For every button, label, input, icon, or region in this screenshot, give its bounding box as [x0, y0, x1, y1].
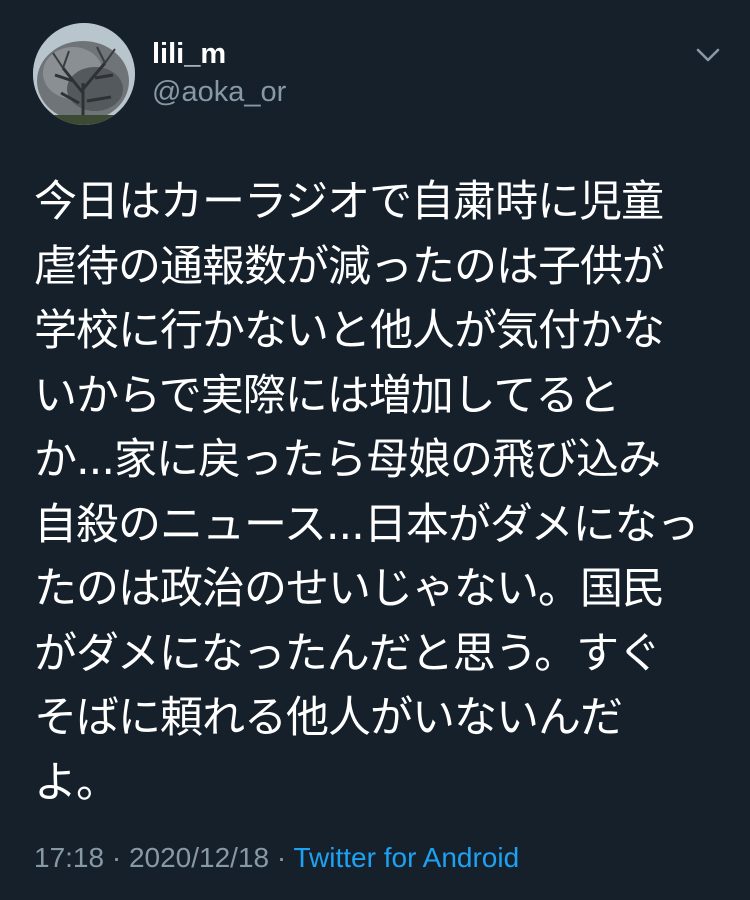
- tweet-source-link[interactable]: Twitter for Android: [294, 842, 520, 873]
- tweet-meta: 17:18 · 2020/12/18 · Twitter for Android: [34, 840, 519, 876]
- meta-separator: ·: [276, 842, 287, 873]
- chevron-down-icon[interactable]: [694, 44, 722, 66]
- user-handle[interactable]: @aoka_or: [152, 74, 286, 110]
- display-name[interactable]: lili_m: [152, 36, 286, 72]
- tweet-detail: lili_m @aoka_or 今日はカーラジオで自粛時に児童 虐待の通報数が減…: [0, 0, 750, 900]
- author-info[interactable]: lili_m @aoka_or: [152, 36, 286, 110]
- tweet-date[interactable]: 2020/12/18: [129, 842, 269, 873]
- tweet-text: 今日はカーラジオで自粛時に児童 虐待の通報数が減ったのは子供が 学校に行かないと…: [34, 177, 700, 808]
- avatar[interactable]: [33, 23, 135, 125]
- meta-separator: ·: [111, 842, 122, 873]
- tweet-time[interactable]: 17:18: [34, 842, 104, 873]
- tree-photo-icon: [33, 23, 135, 125]
